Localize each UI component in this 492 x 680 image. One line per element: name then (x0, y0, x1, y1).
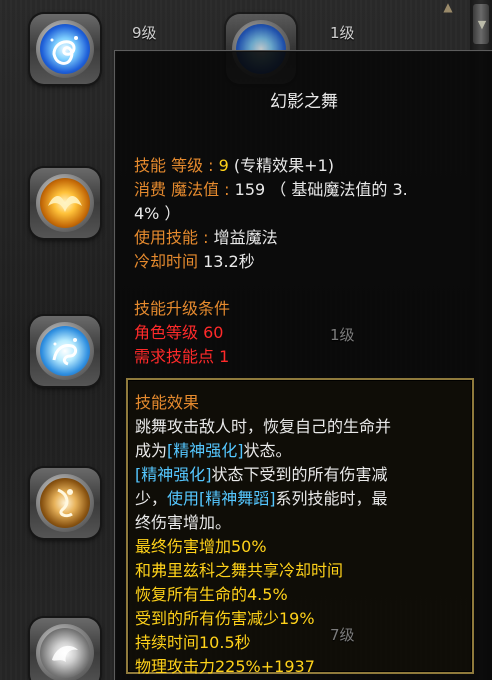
skill-effect-header: 技能效果 (135, 393, 200, 412)
skill-slot-4[interactable] (30, 468, 100, 538)
bg-skill-level: 1级 (330, 326, 355, 344)
skill-window: 9级 1级 1级 7级 ▲ ▼ 幻影之舞 技能 等级 : 9 (专精效果+1) … (0, 0, 492, 680)
effect-desc-line: 终伤害增加。 (135, 513, 232, 532)
effect-text: 少， (135, 489, 168, 508)
effect-keyword: [精神强化] (135, 465, 212, 484)
effect-stat-line: 和弗里兹科之舞共享冷却时间 (135, 561, 344, 580)
effect-text: 状态下受到的所有伤害减 (211, 465, 388, 484)
effect-desc-line: [精神强化]状态下受到的所有伤害减 (135, 464, 388, 486)
effect-keyword: 使用 (167, 489, 200, 508)
cooldown-label: 冷却时间 (134, 252, 199, 271)
cooldown-value: 13.2秒 (198, 252, 255, 271)
mana-cost-value-cont: 4% ） (134, 204, 181, 223)
skill-tooltip: 幻影之舞 技能 等级 : 9 (专精效果+1) 消费 魔法值 : 159 （ 基… (114, 50, 492, 680)
mana-cost-line: 消费 魔法值 : 159 （ 基础魔法值的 3. (134, 179, 408, 201)
effect-keyword: [精神舞蹈] (199, 489, 276, 508)
effect-stat-line: 恢复所有生命的4.5% (135, 585, 288, 604)
use-skill-label: 使用技能 (134, 228, 199, 247)
separator: : (219, 180, 235, 199)
tooltip-title: 幻影之舞 (270, 92, 338, 112)
effect-stat-line: 受到的所有伤害减少19% (135, 609, 315, 628)
separator: : (198, 228, 214, 247)
mana-cost-value: 159 （ 基础魔法值的 3. (234, 180, 408, 199)
skill-level-line: 技能 等级 : 9 (专精效果+1) (134, 155, 334, 177)
bg-skill-level: 1级 (330, 24, 355, 42)
effect-desc-line: 跳舞攻击敌人时，恢复自己的生命并 (135, 417, 392, 436)
separator: : (203, 156, 219, 175)
grey-dragon-skill-icon (40, 628, 90, 678)
skill-level-suffix: (专精效果+1) (228, 156, 335, 175)
scroll-down-arrow-icon[interactable]: ▼ (475, 18, 489, 32)
use-skill-value: 增益魔法 (213, 228, 278, 247)
effect-keyword: [精神强化] (167, 441, 244, 460)
upgrade-condition-label: 技能升级条件 (134, 299, 231, 318)
mana-cost-label: 消费 魔法值 (134, 180, 220, 199)
skill-slot-2[interactable] (30, 168, 100, 238)
effect-stat-line: 最终伤害增加50% (135, 537, 267, 556)
use-skill-line: 使用技能 : 增益魔法 (134, 227, 278, 249)
scroll-up-arrow-icon[interactable]: ▲ (438, 0, 458, 14)
bg-skill-level: 9级 (132, 24, 157, 42)
skill-point-requirement: 需求技能点 1 (134, 347, 230, 366)
bg-skill-level: 7级 (330, 626, 355, 644)
character-level-requirement: 角色等级 60 (134, 323, 224, 342)
effect-desc-line: 成为[精神强化]状态。 (135, 440, 292, 462)
skill-slot-3[interactable] (30, 316, 100, 386)
skill-slot-1[interactable] (30, 14, 100, 84)
amber-dancer-skill-icon (40, 478, 90, 528)
skill-slot-5[interactable] (30, 618, 100, 680)
effect-stat-line: 持续时间10.5秒 (135, 633, 251, 652)
skill-level-value: 9 (218, 156, 229, 175)
skill-effect-box: 技能效果 跳舞攻击敌人时，恢复自己的生命并 成为[精神强化]状态。 [精神强化]… (126, 378, 474, 676)
effect-text: 系列技能时，最 (275, 489, 388, 508)
effect-text: 成为 (135, 441, 168, 460)
effect-text: 状态。 (243, 441, 292, 460)
golden-wings-skill-icon (40, 178, 90, 228)
effect-stat-line: 物理攻击力225%+1937 (135, 657, 315, 676)
ice-crystal-skill-icon (40, 326, 90, 376)
cooldown-line: 冷却时间 13.2秒 (134, 251, 255, 273)
skill-level-label: 技能 等级 (134, 156, 204, 175)
blue-swirl-skill-icon (40, 24, 90, 74)
effect-desc-line: 少，使用[精神舞蹈]系列技能时，最 (135, 488, 388, 510)
